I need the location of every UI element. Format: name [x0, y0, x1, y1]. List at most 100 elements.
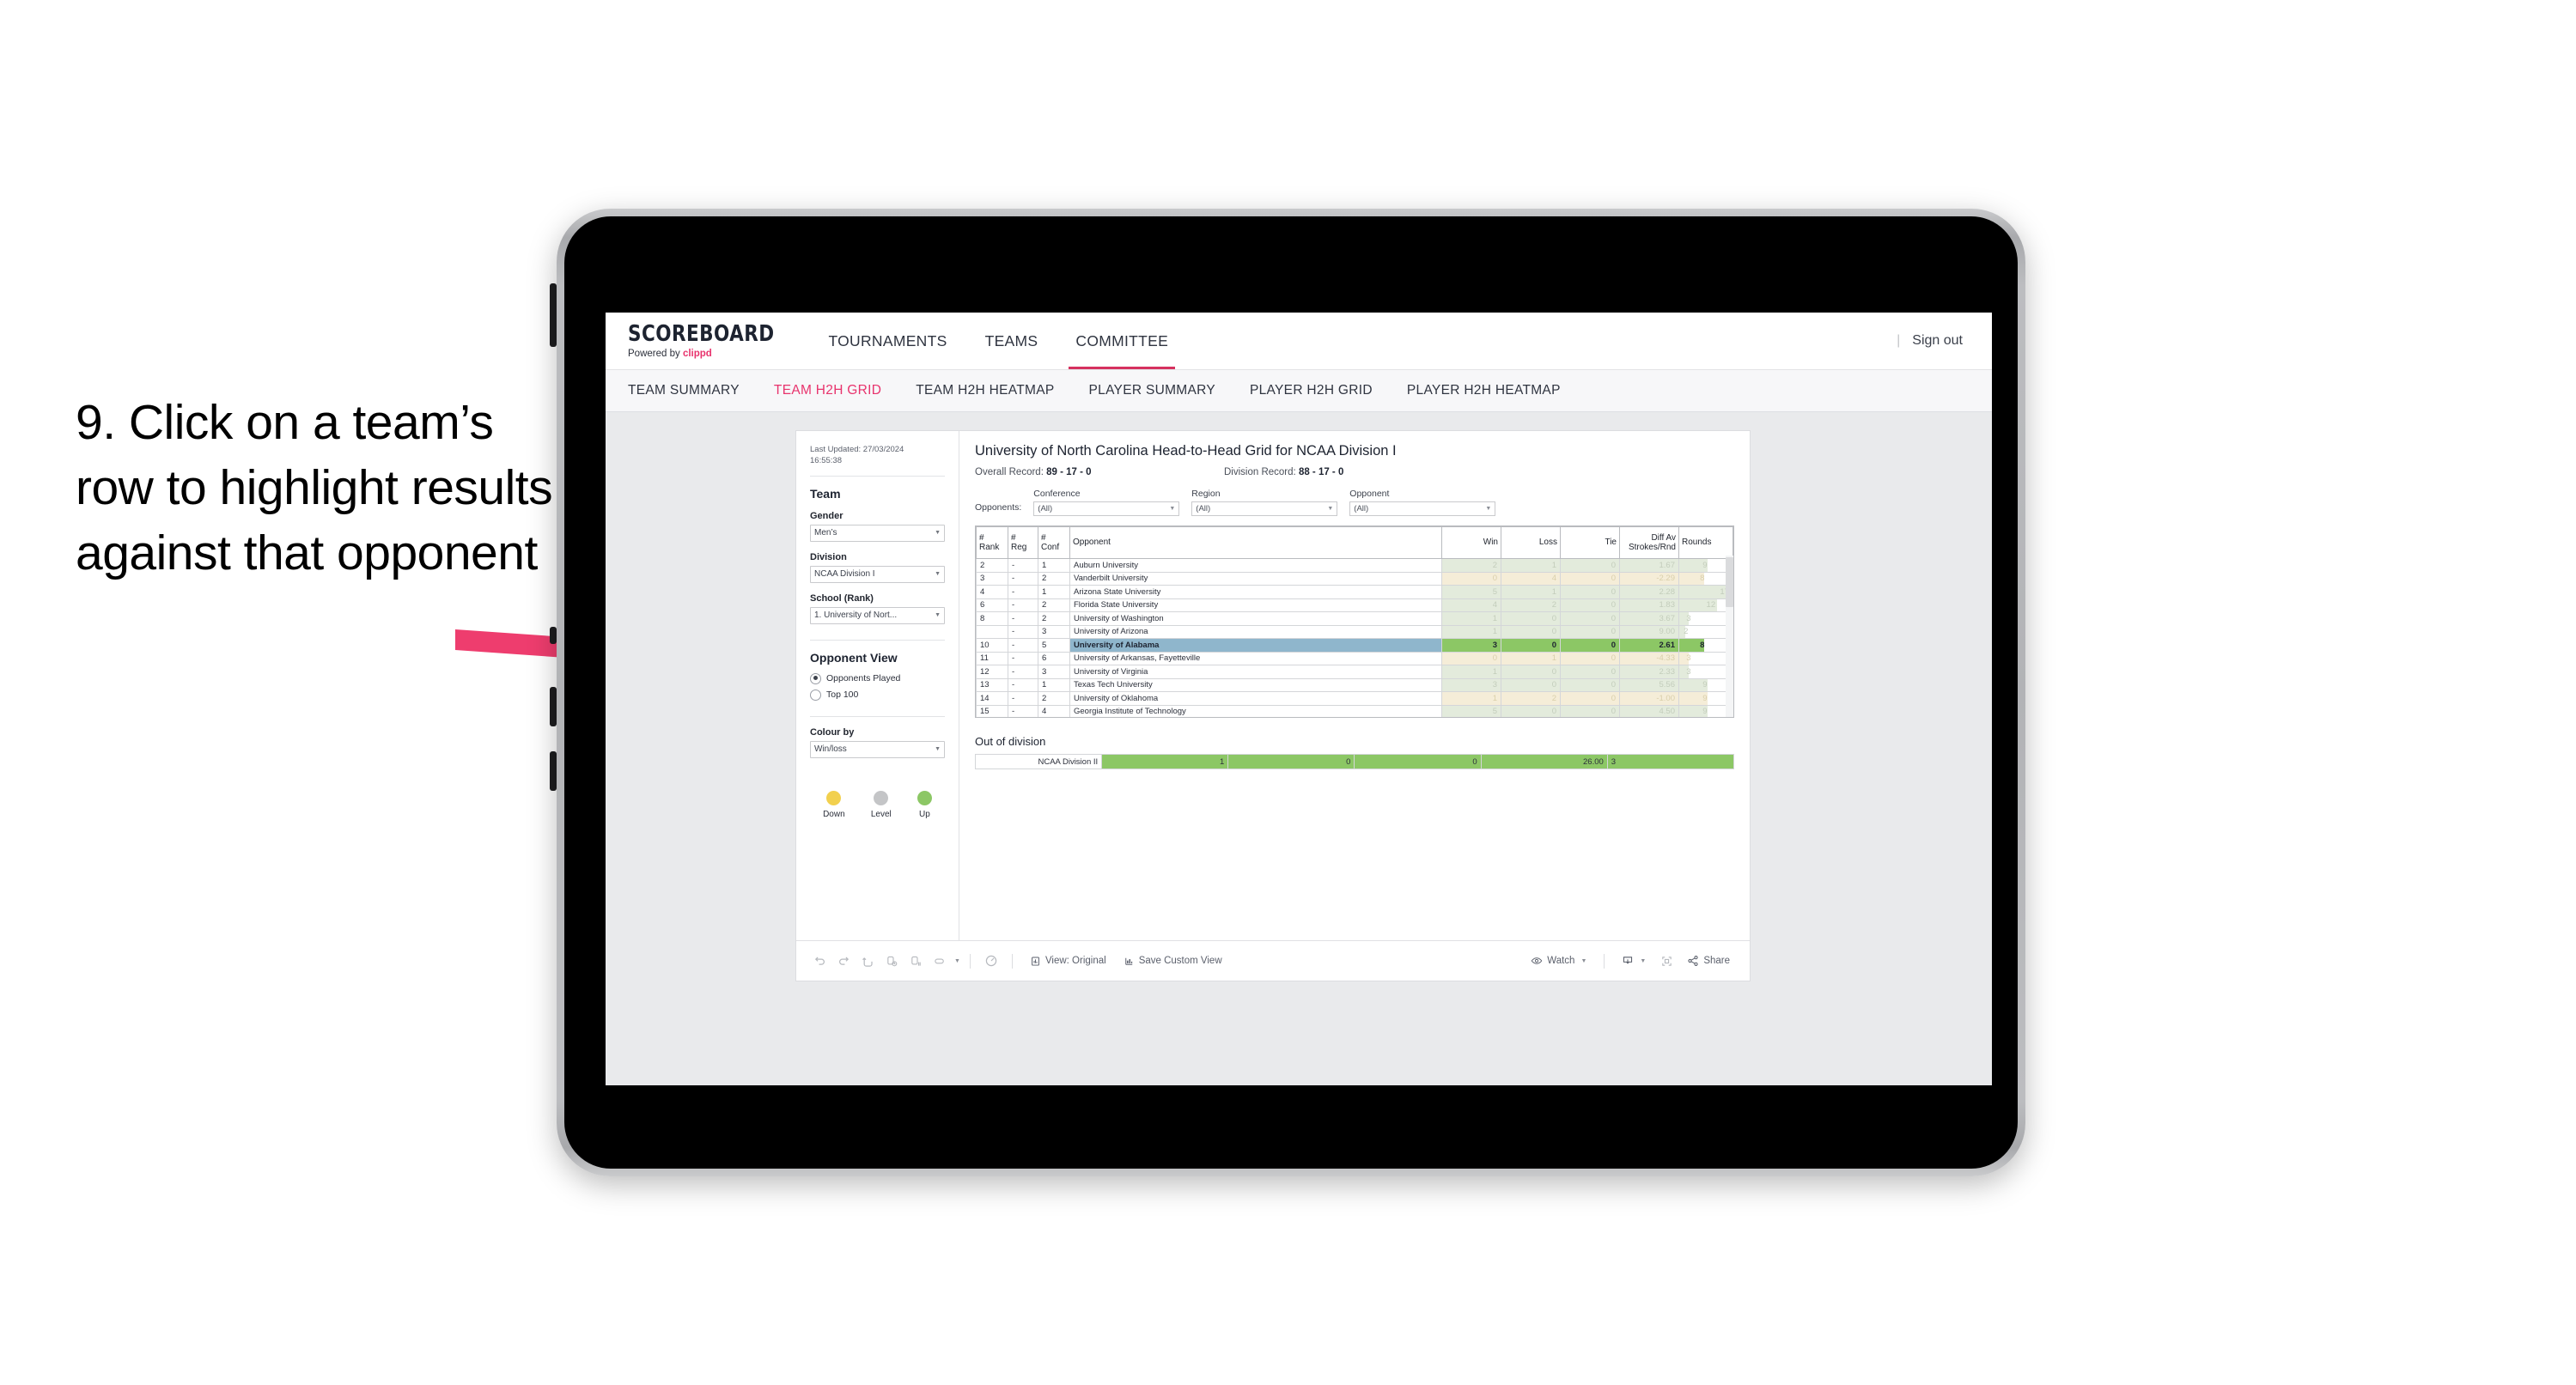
- view-original-button[interactable]: View: Original: [1022, 950, 1114, 972]
- col-header-opponent[interactable]: Opponent: [1069, 526, 1442, 559]
- signout-link[interactable]: Sign out: [1912, 333, 1963, 349]
- conference-select[interactable]: (All) ▼: [1033, 501, 1180, 516]
- grid-scrollbar-thumb[interactable]: [1726, 557, 1733, 607]
- table-row[interactable]: 8-2 University of Washington 1 0 0 3.67 3: [976, 611, 1733, 626]
- rounds-value: 8: [1700, 640, 1705, 650]
- cell-loss: 2: [1501, 691, 1561, 706]
- col-header-tie[interactable]: Tie: [1560, 526, 1620, 559]
- subnav-tab-player-summary[interactable]: PLAYER SUMMARY: [1089, 383, 1215, 398]
- cell-opponent: University of Arizona: [1069, 624, 1442, 639]
- cell-conf: 2: [1038, 598, 1070, 612]
- table-row[interactable]: 2-1 Auburn University 2 1 0 1.67 9: [976, 558, 1733, 573]
- cell-rank: 6: [976, 598, 1008, 612]
- refresh-data-icon[interactable]: [880, 950, 903, 972]
- cell-win: 0: [1441, 571, 1501, 586]
- table-row[interactable]: 13-1 Texas Tech University 3 0 0 5.56 9: [976, 677, 1733, 692]
- pause-auto-update-icon[interactable]: [929, 950, 951, 972]
- share-button[interactable]: Share: [1679, 950, 1738, 972]
- radio-opponents-played[interactable]: Opponents Played: [810, 672, 945, 684]
- division-value: NCAA Division I: [814, 569, 875, 580]
- subnav-tab-team-h2h-grid[interactable]: TEAM H2H GRID: [774, 383, 881, 398]
- device-volume-down-button[interactable]: [550, 751, 557, 791]
- opponent-view-group: Opponent View Opponents Played Top 100: [810, 641, 945, 701]
- redo-icon[interactable]: [832, 950, 855, 972]
- table-row[interactable]: 14-2 University of Oklahoma 1 2 0 -1.00 9: [976, 691, 1733, 706]
- device-volume-up-button[interactable]: [550, 687, 557, 726]
- subnav-tab-team-h2h-heatmap[interactable]: TEAM H2H HEATMAP: [916, 383, 1054, 398]
- division-select[interactable]: NCAA Division I ▼: [810, 565, 945, 583]
- colour-by-select[interactable]: Win/loss ▼: [810, 740, 945, 758]
- radio-top-100[interactable]: Top 100: [810, 689, 945, 701]
- cell-diff: 4.50: [1619, 704, 1679, 717]
- col-header-loss[interactable]: Loss: [1501, 526, 1561, 559]
- performance-icon[interactable]: [980, 950, 1002, 972]
- chevron-down-icon: ▼: [1327, 506, 1334, 512]
- table-row[interactable]: 15-4 Georgia Institute of Technology 5 0 0 4.…: [976, 704, 1733, 717]
- cell-reg: -: [1008, 611, 1038, 626]
- chevron-down-icon[interactable]: ▼: [1640, 958, 1646, 964]
- cell-win: 2: [1441, 558, 1501, 573]
- nav-tab-committee[interactable]: COMMITTEE: [1057, 313, 1187, 369]
- cell-conf: 6: [1038, 651, 1070, 665]
- device-indicator: [550, 627, 557, 644]
- gender-select[interactable]: Men’s ▼: [810, 524, 945, 542]
- download-button[interactable]: ▼: [1614, 950, 1653, 972]
- subnav-tab-team-summary[interactable]: TEAM SUMMARY: [628, 383, 740, 398]
- table-row[interactable]: 6-2 Florida State University 4 2 0 1.83 12: [976, 598, 1733, 612]
- grid-vertical-scrollbar[interactable]: [1726, 556, 1733, 717]
- cell-opponent: Vanderbilt University: [1069, 571, 1442, 586]
- opponent-filter: Opponent (All) ▼: [1349, 489, 1496, 516]
- device-power-button[interactable]: [550, 283, 557, 347]
- table-row[interactable]: 4-1 Arizona State University 5 1 0 2.28 17: [976, 585, 1733, 599]
- subnav-tab-player-h2h-heatmap[interactable]: PLAYER H2H HEATMAP: [1407, 383, 1561, 398]
- col-header-rounds[interactable]: Rounds: [1678, 526, 1733, 559]
- cell-conf: 1: [1038, 677, 1070, 692]
- table-row[interactable]: 12-3 University of Virginia 1 0 0 2.33 3: [976, 665, 1733, 679]
- pause-data-icon[interactable]: [904, 950, 927, 972]
- cell-reg: -: [1008, 624, 1038, 639]
- opponent-select[interactable]: (All) ▼: [1349, 501, 1496, 516]
- last-updated: Last Updated: 27/03/2024 16:55:38: [810, 445, 945, 477]
- nav-tab-tournaments[interactable]: TOURNAMENTS: [809, 313, 965, 369]
- nav-tab-teams[interactable]: TEAMS: [966, 313, 1057, 369]
- cell-rank: 2: [976, 558, 1008, 573]
- rounds-value: 9: [1702, 680, 1708, 690]
- table-row[interactable]: 11-6 University of Arkansas, Fayetteville…: [976, 651, 1733, 665]
- school-select[interactable]: 1. University of Nort... ▼: [810, 606, 945, 624]
- save-custom-view-button[interactable]: Save Custom View: [1116, 950, 1230, 972]
- cell-tie: 0: [1560, 704, 1620, 717]
- cell-diff: 1.67: [1619, 558, 1679, 573]
- fullscreen-icon[interactable]: [1655, 950, 1678, 972]
- brand-logo[interactable]: SCOREBOARD Powered by clippd: [606, 313, 809, 369]
- share-label: Share: [1703, 956, 1730, 966]
- region-select[interactable]: (All) ▼: [1191, 501, 1338, 516]
- cell-win: 1: [1441, 691, 1501, 706]
- table-row[interactable]: 3-2 Vanderbilt University 0 4 0 -2.29 8: [976, 571, 1733, 586]
- h2h-grid-table-wrapper[interactable]: # Rank # Reg # Conf Opponent Win Loss Tie D…: [975, 525, 1734, 718]
- table-row[interactable]: -3 University of Arizona 1 0 0 9.00 2: [976, 624, 1733, 639]
- undo-icon[interactable]: [808, 950, 831, 972]
- chevron-down-icon[interactable]: ▼: [954, 958, 960, 964]
- chevron-down-icon[interactable]: ▼: [1580, 958, 1586, 964]
- rounds-value: 9: [1702, 693, 1708, 703]
- col-header-rank[interactable]: # Rank: [976, 526, 1008, 559]
- subnav-tab-player-h2h-grid[interactable]: PLAYER H2H GRID: [1250, 383, 1373, 398]
- table-row[interactable]: 10-5 University of Alabama 3 0 0 2.61 8: [976, 638, 1733, 653]
- out-of-division-row[interactable]: NCAA Division II 1 0 0 26.00 3: [974, 754, 1735, 769]
- col-header-diff[interactable]: Diff Av Strokes/Rnd: [1619, 526, 1679, 559]
- revert-icon[interactable]: [856, 950, 879, 972]
- cell-loss: 1: [1501, 558, 1561, 573]
- cell-reg: -: [1008, 598, 1038, 612]
- rounds-value: 3: [1686, 653, 1691, 664]
- division-record-value: 88 - 17 - 0: [1298, 467, 1344, 477]
- chevron-down-icon: ▼: [1485, 506, 1492, 512]
- col-header-win[interactable]: Win: [1441, 526, 1501, 559]
- cell-win: 3: [1441, 677, 1501, 692]
- sheet-toolbar: ▼ View: Original Save Custom View Watch …: [796, 940, 1750, 981]
- col-header-reg[interactable]: # Reg: [1008, 526, 1038, 559]
- cell-opponent: Arizona State University: [1069, 585, 1442, 599]
- col-header-conf[interactable]: # Conf: [1038, 526, 1070, 559]
- cell-opponent: University of Alabama: [1069, 638, 1442, 653]
- watch-button[interactable]: Watch ▼: [1523, 950, 1594, 972]
- cell-conf: 4: [1038, 704, 1070, 717]
